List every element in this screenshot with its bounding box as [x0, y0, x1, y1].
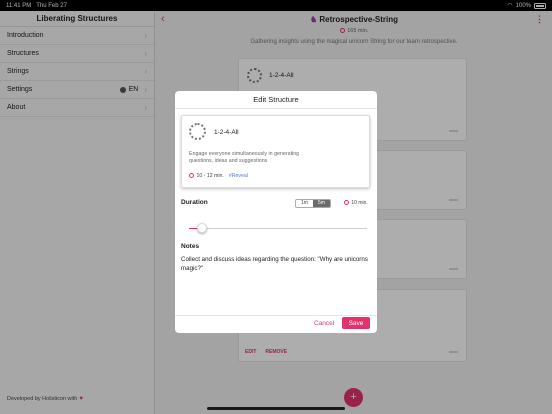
structure-time: 10 - 12 min.: [189, 173, 224, 179]
structure-meta: 10 - 12 min. #Reveal: [189, 173, 248, 179]
duration-slider[interactable]: [189, 223, 367, 233]
duration-value-text: 10 min.: [351, 200, 368, 206]
notes-field[interactable]: Collect and discuss ideas regarding the …: [181, 256, 371, 273]
notes-label: Notes: [181, 243, 200, 250]
modal-title: Edit Structure: [175, 91, 377, 109]
duration-value: 10 min.: [344, 200, 368, 206]
structure-name: 1-2-4-All: [214, 129, 239, 136]
structure-tag[interactable]: #Reveal: [229, 173, 248, 179]
segment-5m[interactable]: 5m: [313, 200, 330, 207]
structure-description: Engage everyone simultaneously in genera…: [189, 151, 300, 165]
duration-label: Duration: [181, 199, 208, 206]
slider-thumb[interactable]: [197, 223, 207, 233]
clock-icon: [344, 200, 349, 205]
save-button[interactable]: Save: [342, 317, 370, 329]
cancel-button[interactable]: Cancel: [314, 320, 334, 327]
edit-structure-modal: Edit Structure 1-2-4-All Engage everyone…: [175, 91, 377, 333]
segment-1m[interactable]: 1m: [296, 200, 313, 207]
duration-step-selector: 1m 5m: [295, 199, 331, 208]
home-indicator: [207, 407, 345, 410]
modal-divider: [175, 315, 377, 316]
structure-preview-card: 1-2-4-All Engage everyone simultaneously…: [181, 115, 370, 188]
clock-icon: [189, 173, 194, 178]
structure-icon: [189, 123, 206, 140]
structure-time-text: 10 - 12 min.: [196, 173, 224, 179]
